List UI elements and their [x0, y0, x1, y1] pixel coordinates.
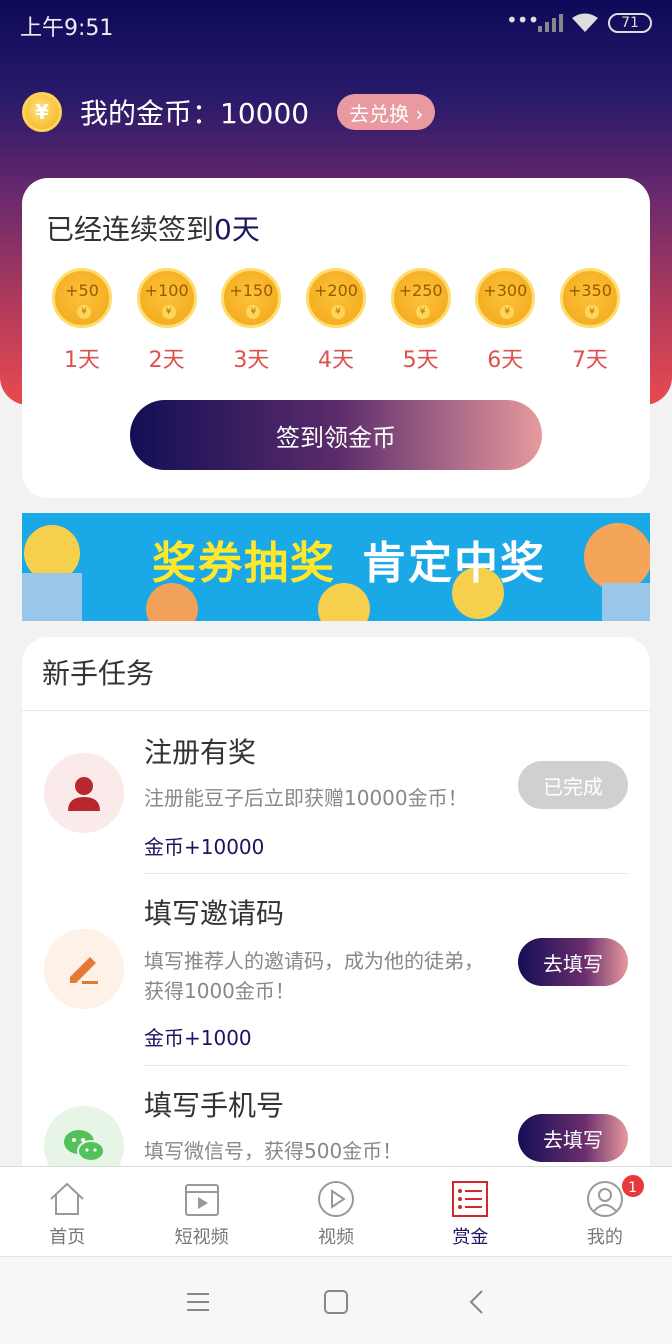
- user-icon: [44, 753, 124, 833]
- task-title: 注册有奖: [144, 736, 257, 769]
- reward-day-2: +100 ¥ 2天: [135, 268, 199, 374]
- task-description: 注册能豆子后立即获赠10000金币！: [144, 786, 468, 810]
- task-description: 填写微信号，获得500金币！: [144, 1139, 403, 1163]
- gold-coin-icon: +150 ¥: [221, 268, 282, 328]
- signin-rewards: +50 ¥ 1天 +100 ¥ 2天 +150 ¥ 3天 +200 ¥ 4天 +250 ¥…: [50, 268, 622, 374]
- task-completed-button[interactable]: 已完成: [518, 761, 628, 809]
- reward-day-4: +200 ¥ 4天: [304, 268, 368, 374]
- coin-mark: ¥: [77, 305, 91, 319]
- gold-coin-icon: +300 ¥: [475, 268, 536, 328]
- task-item-register: 注册有奖 注册能豆子后立即获赠10000金币！ 金币+10000 已完成: [22, 711, 650, 873]
- reward-day-label: 4天: [317, 348, 354, 373]
- lottery-banner[interactable]: 奖券抽奖 肯定中奖: [22, 513, 650, 621]
- home-icon: [50, 1182, 84, 1215]
- reward-amount: +200: [313, 281, 358, 300]
- short-video-icon: [184, 1184, 219, 1216]
- banner-text-yellow: 奖券抽奖: [152, 538, 336, 589]
- coin-mark: ¥: [330, 305, 345, 319]
- gold-coin-icon: +250 ¥: [390, 268, 451, 328]
- menu-icon[interactable]: [183, 1287, 213, 1317]
- tasks-header: 新手任务: [22, 637, 650, 711]
- task-description: 填写推荐人的邀请码，成为他的徒弟，获得1000金币！: [144, 949, 484, 1003]
- tab-short-video[interactable]: 短视频: [134, 1167, 268, 1256]
- task-reward: 金币+1000: [144, 1026, 252, 1050]
- signin-button[interactable]: 签到领金币: [130, 400, 542, 470]
- gold-coin-icon: +200 ¥: [305, 268, 366, 328]
- signin-title: 已经连续签到0天: [46, 208, 260, 248]
- banner-text: 奖券抽奖 肯定中奖: [152, 527, 546, 591]
- reward-day-1: +50 ¥ 1天: [50, 268, 114, 374]
- task-title: 填写手机号: [144, 1089, 285, 1122]
- status-time: 上午9:51: [20, 16, 114, 41]
- home-square-icon[interactable]: [321, 1287, 351, 1317]
- system-nav-bar: [0, 1256, 672, 1344]
- fill-phone-button[interactable]: 去填写: [518, 1114, 628, 1162]
- tab-label: 视频: [318, 1227, 355, 1248]
- reward-amount: +350: [567, 281, 612, 300]
- reward-amount: +50: [65, 281, 99, 300]
- bottom-tab-bar: 首页 短视频 视频 赏金 我的 1: [0, 1166, 672, 1256]
- profile-icon: [586, 1181, 623, 1217]
- task-item-invite-code: 填写邀请码 填写推荐人的邀请码，成为他的徒弟，获得1000金币！ 金币+1000…: [22, 874, 650, 1064]
- coin-mark: ¥: [415, 305, 430, 319]
- gold-coin-icon: +100 ¥: [136, 268, 197, 328]
- reward-day-label: 5天: [402, 348, 439, 373]
- fill-invite-code-button[interactable]: 去填写: [518, 938, 628, 986]
- back-icon[interactable]: [462, 1287, 492, 1317]
- tab-label: 短视频: [174, 1227, 229, 1248]
- yen-coin-icon: ¥: [22, 92, 62, 132]
- tab-mine[interactable]: 我的 1: [538, 1167, 672, 1256]
- signin-title-prefix: 已经连续签到: [46, 213, 215, 246]
- tab-label: 我的: [586, 1227, 623, 1248]
- my-coins-row: ¥ 我的金币：10000 去兑换 ›: [22, 92, 436, 132]
- play-icon: [318, 1181, 355, 1217]
- tab-home[interactable]: 首页: [0, 1167, 134, 1256]
- pencil-icon: [44, 929, 124, 1009]
- reward-amount: +100: [144, 281, 189, 300]
- reward-day-label: 1天: [64, 348, 100, 373]
- newbie-tasks-card: 新手任务 注册有奖 注册能豆子后立即获赠10000金币！ 金币+10000 已完…: [22, 637, 650, 1197]
- notification-badge: 1: [619, 1173, 646, 1199]
- reward-day-label: 3天: [233, 348, 270, 373]
- gold-coin-icon: +50 ¥: [52, 268, 112, 328]
- coin-mark: ¥: [584, 305, 599, 319]
- signal-icon: [538, 14, 563, 32]
- status-bar: 上午9:51 ••• 71: [0, 0, 672, 48]
- signin-card: 已经连续签到0天 +50 ¥ 1天 +100 ¥ 2天 +150 ¥ 3天 +200 ¥…: [22, 178, 650, 498]
- tab-bounty[interactable]: 赏金: [403, 1167, 537, 1256]
- reward-amount: +250: [398, 281, 443, 300]
- reward-amount: +150: [229, 281, 274, 300]
- status-dots: •••: [506, 8, 539, 32]
- reward-day-5: +250 ¥ 5天: [389, 268, 453, 374]
- task-title: 填写邀请码: [144, 897, 285, 930]
- exchange-button[interactable]: 去兑换 ›: [337, 94, 436, 130]
- signin-days: 0天: [214, 213, 260, 246]
- task-reward: 金币+10000: [144, 835, 265, 859]
- battery-indicator: 71: [608, 13, 652, 33]
- reward-day-3: +150 ¥ 3天: [219, 268, 283, 374]
- list-icon: [452, 1181, 489, 1217]
- tab-label: 首页: [49, 1227, 86, 1248]
- coin-mark: ¥: [246, 305, 261, 319]
- tab-label: 赏金: [452, 1227, 489, 1248]
- gold-coin-icon: +350 ¥: [559, 268, 620, 328]
- banner-text-white: 肯定中奖: [362, 538, 546, 589]
- reward-day-7: +350 ¥ 7天: [558, 268, 622, 374]
- coin-mark: ¥: [500, 305, 515, 319]
- reward-day-6: +300 ¥ 6天: [473, 268, 537, 374]
- coin-mark: ¥: [161, 305, 176, 319]
- wifi-icon: [572, 13, 598, 32]
- my-coins-label: 我的金币：10000: [80, 97, 310, 130]
- reward-day-label: 6天: [487, 348, 524, 373]
- reward-amount: +300: [483, 281, 528, 300]
- reward-day-label: 2天: [148, 348, 185, 373]
- reward-day-label: 7天: [571, 348, 608, 373]
- tab-video[interactable]: 视频: [269, 1167, 403, 1256]
